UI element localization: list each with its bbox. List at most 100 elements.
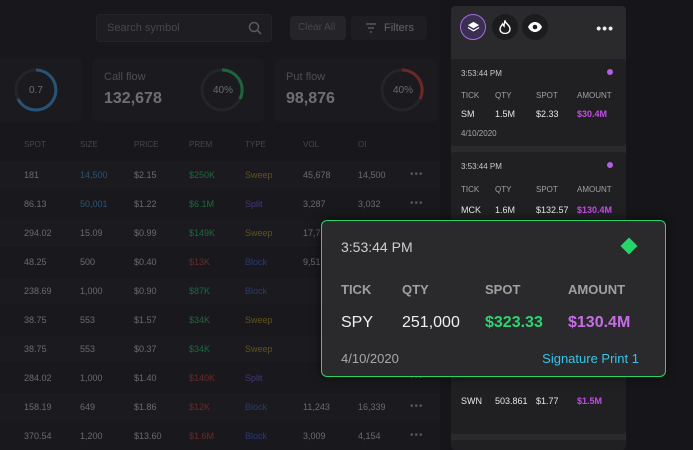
- print-card[interactable]: SWN 503.861 $1.77 $1.5M: [451, 378, 626, 434]
- popup-amount: $130.4M: [568, 314, 631, 331]
- header-size: SIZE: [80, 140, 98, 149]
- put-flow-label: Put flow: [286, 71, 326, 83]
- cell-prem: $34K: [189, 344, 211, 354]
- table-row[interactable]: 181 14,500 $2.15 $250K Sweep 45,678 14,500 •••: [0, 161, 440, 189]
- popup-header-tick: TICK: [341, 282, 372, 297]
- header-spot: SPOT: [24, 140, 46, 149]
- popup-header-qty: QTY: [402, 282, 429, 297]
- search-icon[interactable]: [247, 20, 263, 36]
- cell-size: 1,000: [80, 286, 103, 296]
- card-spot: $1.77: [536, 396, 559, 406]
- cell-oi: 16,339: [358, 402, 386, 412]
- popup-spot: $323.33: [485, 314, 543, 331]
- table-row[interactable]: 370.54 1,200 $13.60 $1.6M Block 3,009 4,154 •••: [0, 422, 440, 450]
- card-amount: $1.5M: [577, 396, 603, 406]
- popup-time: 3:53:44 PM: [341, 239, 413, 255]
- cell-spot: 38.75: [24, 344, 47, 354]
- card-amount: $130.4M: [577, 205, 613, 215]
- popup-header-amount: AMOUNT: [568, 282, 626, 297]
- cell-type: Sweep: [245, 170, 273, 180]
- row-menu-button[interactable]: •••: [410, 198, 424, 209]
- cell-type: Block: [245, 402, 268, 412]
- more-options-button[interactable]: •••: [596, 20, 614, 36]
- call-flow-percent: 40%: [213, 85, 234, 96]
- search-placeholder: Search symbol: [107, 22, 180, 34]
- cell-type: Block: [245, 286, 268, 296]
- cell-type: Split: [245, 199, 263, 209]
- search-input[interactable]: Search symbol: [96, 14, 272, 42]
- cell-spot: 238.69: [24, 286, 52, 296]
- cell-spot: 370.54: [24, 431, 52, 441]
- call-flow-value: 132,678: [104, 90, 162, 107]
- card-tick: SWN: [461, 396, 482, 406]
- cell-price: $0.90: [134, 286, 157, 296]
- cell-spot: 284.02: [24, 373, 52, 383]
- call-flow-label: Call flow: [104, 71, 146, 83]
- cell-oi: 4,154: [358, 431, 381, 441]
- tab-watch[interactable]: [522, 14, 548, 40]
- status-dot: [607, 162, 613, 168]
- header-vol: VOL: [303, 140, 320, 149]
- cell-price: $1.57: [134, 315, 157, 325]
- stat-card-call-flow: Call flow 132,678 40%: [92, 58, 264, 122]
- row-menu-button[interactable]: •••: [410, 401, 424, 412]
- cell-price: $0.99: [134, 228, 157, 238]
- header-type: TYPE: [245, 140, 266, 149]
- card-header-spot: SPOT: [536, 91, 558, 100]
- card-qty: 1.5M: [495, 109, 516, 119]
- signature-print-popup[interactable]: 3:53:44 PM TICK QTY SPOT AMOUNT SPY 251,…: [321, 220, 666, 377]
- filters-button[interactable]: Filters: [351, 16, 427, 40]
- cell-oi: 3,032: [358, 199, 381, 209]
- cell-vol: 11,243: [303, 402, 330, 412]
- cell-type: Sweep: [245, 228, 273, 238]
- popup-tick: SPY: [341, 314, 374, 331]
- cell-spot: 48.25: [24, 257, 47, 267]
- cell-size: 1,000: [80, 373, 103, 383]
- header-prem: PREM: [189, 140, 213, 149]
- card-spot: $132.57: [536, 205, 569, 215]
- print-card[interactable]: 3:53:44 PM TICK QTY SPOT AMOUNT SM 1.5M …: [451, 59, 626, 146]
- card-header-amount: AMOUNT: [577, 185, 612, 194]
- cell-prem: $140K: [189, 373, 216, 383]
- cell-size: 14,500: [80, 170, 108, 180]
- cell-vol: 3,287: [303, 199, 326, 209]
- cell-type: Split: [245, 373, 263, 383]
- table-row[interactable]: 86.13 50,001 $1.22 $6.1M Split 3,287 3,032 •••: [0, 190, 440, 218]
- card-spot: $2.33: [536, 109, 559, 119]
- cell-price: $13.60: [134, 431, 162, 441]
- cell-prem: $250K: [189, 170, 216, 180]
- table-row[interactable]: 158.19 649 $1.86 $12K Block 11,243 16,339 •••: [0, 393, 440, 421]
- put-flow-percent: 40%: [393, 85, 414, 96]
- put-flow-value: 98,876: [286, 90, 335, 107]
- clear-button[interactable]: Clear All: [290, 16, 346, 40]
- card-qty: 1.6M: [495, 205, 516, 215]
- layers-icon: [467, 21, 480, 32]
- print-card[interactable]: [451, 440, 626, 450]
- cell-prem: $1.6M: [189, 431, 215, 441]
- cell-price: $1.22: [134, 199, 157, 209]
- cell-prem: $149K: [189, 228, 216, 238]
- row-menu-button[interactable]: •••: [410, 430, 424, 441]
- header-oi: OI: [358, 140, 367, 149]
- cell-oi: 14,500: [358, 170, 386, 180]
- cell-type: Block: [245, 431, 268, 441]
- cell-type: Sweep: [245, 344, 273, 354]
- tab-hot[interactable]: [492, 14, 518, 40]
- card-header-amount: AMOUNT: [577, 91, 612, 100]
- card-header-tick: TICK: [461, 91, 480, 100]
- status-dot: [607, 69, 613, 75]
- cell-spot: 158.19: [24, 402, 52, 412]
- tab-layers[interactable]: [460, 14, 486, 40]
- cell-spot: 181: [24, 170, 40, 180]
- cell-price: $1.40: [134, 373, 157, 383]
- cell-prem: $87K: [189, 286, 211, 296]
- popup-date: 4/10/2020: [341, 351, 399, 366]
- cell-type: Sweep: [245, 315, 273, 325]
- row-menu-button[interactable]: •••: [410, 169, 424, 180]
- card-date: 4/10/2020: [461, 129, 497, 138]
- cell-size: 15.09: [80, 228, 103, 238]
- cell-spot: 86.13: [24, 199, 47, 209]
- eye-icon: [528, 22, 542, 32]
- card-time: 3:53:44 PM: [461, 69, 502, 78]
- cell-size: 1,200: [80, 431, 103, 441]
